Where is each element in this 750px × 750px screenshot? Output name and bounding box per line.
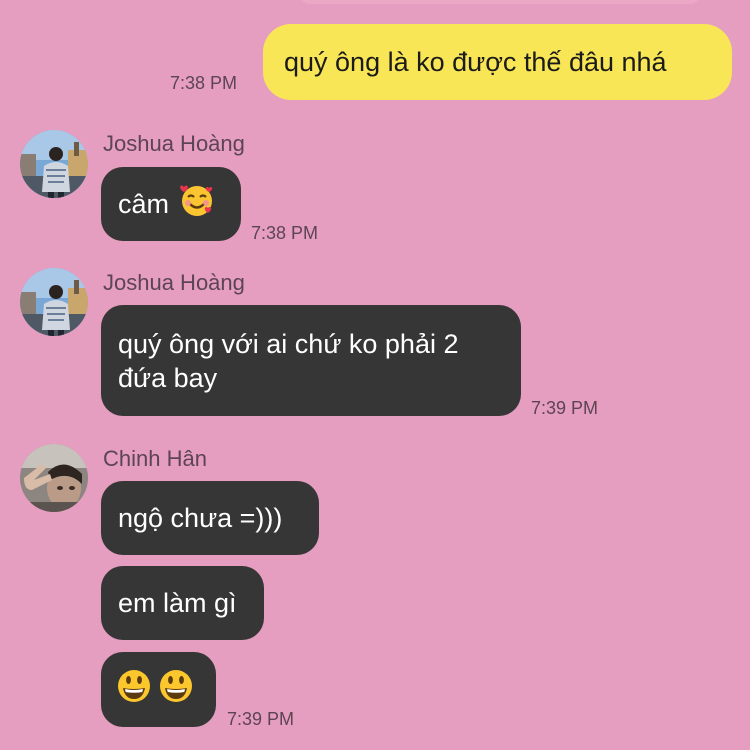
message-text-line: quý ông với ai chứ ko phải 2 [118, 329, 459, 359]
avatar-chinh-han[interactable] [20, 444, 88, 512]
previous-message-edge [300, 0, 700, 4]
incoming-message-bubble[interactable]: em làm gì [101, 566, 264, 640]
message-text: ngộ chưa =))) [118, 503, 283, 533]
message-timestamp: 7:39 PM [531, 398, 599, 418]
outgoing-message-bubble[interactable]: quý ông là ko được thế đâu nhá [263, 24, 732, 100]
message-text: quý ông là ko được thế đâu nhá [284, 47, 667, 77]
sender-name: Joshua Hoàng [103, 131, 245, 156]
message-timestamp: 7:38 PM [170, 73, 238, 93]
message-text: em làm gì [118, 588, 237, 618]
incoming-message-bubble[interactable]: ngộ chưa =))) [101, 481, 319, 555]
grinning-face-icon [116, 668, 152, 712]
message-timestamp: 7:38 PM [251, 223, 319, 243]
avatar-joshua-hoang[interactable] [20, 268, 88, 336]
message-timestamp: 7:39 PM [227, 709, 295, 729]
incoming-message-bubble[interactable]: quý ông với ai chứ ko phải 2 đứa bay [101, 305, 521, 416]
sender-name: Joshua Hoàng [103, 270, 245, 295]
message-text-line: đứa bay [118, 363, 218, 393]
smiling-face-with-hearts-icon [179, 182, 215, 226]
incoming-message-bubble[interactable] [101, 652, 216, 727]
incoming-message-bubble[interactable]: câm [101, 167, 241, 241]
grinning-face-icon [158, 668, 194, 712]
sender-name: Chinh Hân [103, 446, 207, 471]
message-text: câm [118, 189, 170, 219]
avatar-joshua-hoang[interactable] [20, 130, 88, 198]
